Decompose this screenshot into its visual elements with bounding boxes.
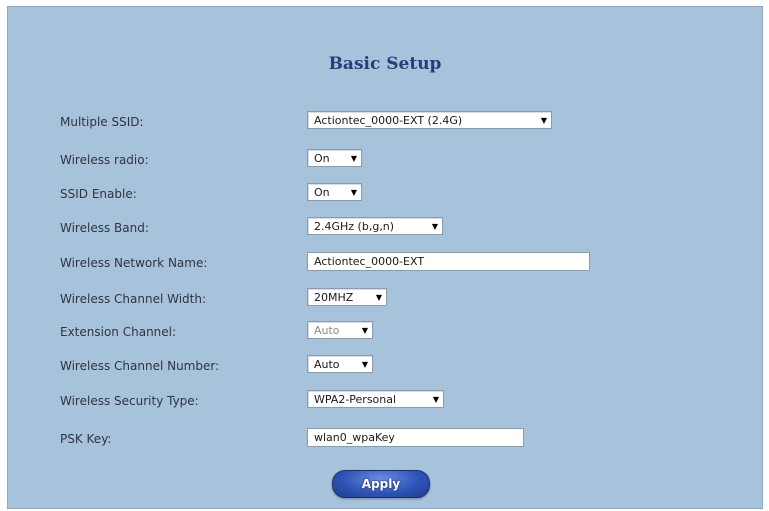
row-channel-width: Wireless Channel Width: 20MHZ ▼	[8, 288, 762, 312]
dropdown-arrow-icon: ▼	[350, 153, 357, 163]
extension-channel-label: Extension Channel:	[60, 325, 177, 339]
channel-width-label: Wireless Channel Width:	[60, 292, 207, 306]
dropdown-arrow-icon: ▼	[432, 394, 439, 404]
security-type-label: Wireless Security Type:	[60, 394, 199, 408]
multiple-ssid-select[interactable]: Actiontec_0000-EXT (2.4G) ▼	[307, 111, 552, 129]
wireless-band-value: 2.4GHz (b,g,n)	[314, 219, 395, 233]
psk-key-input[interactable]: wlan0_wpaKey	[307, 428, 524, 447]
row-network-name: Wireless Network Name: Actiontec_0000-EX…	[8, 252, 762, 276]
ssid-enable-value: On	[314, 185, 330, 199]
page-title: Basic Setup	[328, 54, 442, 74]
channel-width-value: 20MHZ	[314, 290, 354, 304]
multiple-ssid-label: Multiple SSID:	[60, 115, 144, 129]
wireless-radio-select[interactable]: On ▼	[307, 149, 362, 167]
security-type-select[interactable]: WPA2-Personal ▼	[307, 390, 444, 408]
security-type-value: WPA2-Personal	[314, 392, 397, 406]
dropdown-arrow-icon: ▼	[361, 325, 368, 335]
dropdown-arrow-icon: ▼	[540, 115, 547, 125]
extension-channel-value: Auto	[314, 323, 340, 337]
row-multiple-ssid: Multiple SSID: Actiontec_0000-EXT (2.4G)…	[8, 111, 762, 135]
network-name-input[interactable]: Actiontec_0000-EXT	[307, 252, 590, 271]
wireless-band-label: Wireless Band:	[60, 221, 149, 235]
dropdown-arrow-icon: ▼	[361, 359, 368, 369]
row-wireless-band: Wireless Band: 2.4GHz (b,g,n) ▼	[8, 217, 762, 241]
extension-channel-select[interactable]: Auto ▼	[307, 321, 373, 339]
channel-number-label: Wireless Channel Number:	[60, 359, 220, 373]
wireless-band-select[interactable]: 2.4GHz (b,g,n) ▼	[307, 217, 443, 235]
dropdown-arrow-icon: ▼	[375, 292, 382, 302]
multiple-ssid-value: Actiontec_0000-EXT (2.4G)	[314, 113, 463, 127]
row-security-type: Wireless Security Type: WPA2-Personal ▼	[8, 390, 762, 414]
apply-button[interactable]: Apply	[332, 470, 430, 498]
wireless-radio-value: On	[314, 151, 330, 165]
row-wireless-radio: Wireless radio: On ▼	[8, 149, 762, 173]
row-extension-channel: Extension Channel: Auto ▼	[8, 321, 762, 345]
row-ssid-enable: SSID Enable: On ▼	[8, 183, 762, 207]
channel-width-select[interactable]: 20MHZ ▼	[307, 288, 387, 306]
basic-setup-panel: Basic Setup Multiple SSID: Actiontec_000…	[7, 6, 763, 509]
channel-number-value: Auto	[314, 357, 340, 371]
ssid-enable-select[interactable]: On ▼	[307, 183, 362, 201]
wireless-radio-label: Wireless radio:	[60, 153, 149, 167]
channel-number-select[interactable]: Auto ▼	[307, 355, 373, 373]
dropdown-arrow-icon: ▼	[350, 187, 357, 197]
ssid-enable-label: SSID Enable:	[60, 187, 137, 201]
row-psk-key: PSK Key: wlan0_wpaKey	[8, 428, 762, 452]
psk-key-label: PSK Key:	[60, 432, 112, 446]
network-name-label: Wireless Network Name:	[60, 256, 208, 270]
dropdown-arrow-icon: ▼	[431, 221, 438, 231]
row-channel-number: Wireless Channel Number: Auto ▼	[8, 355, 762, 379]
